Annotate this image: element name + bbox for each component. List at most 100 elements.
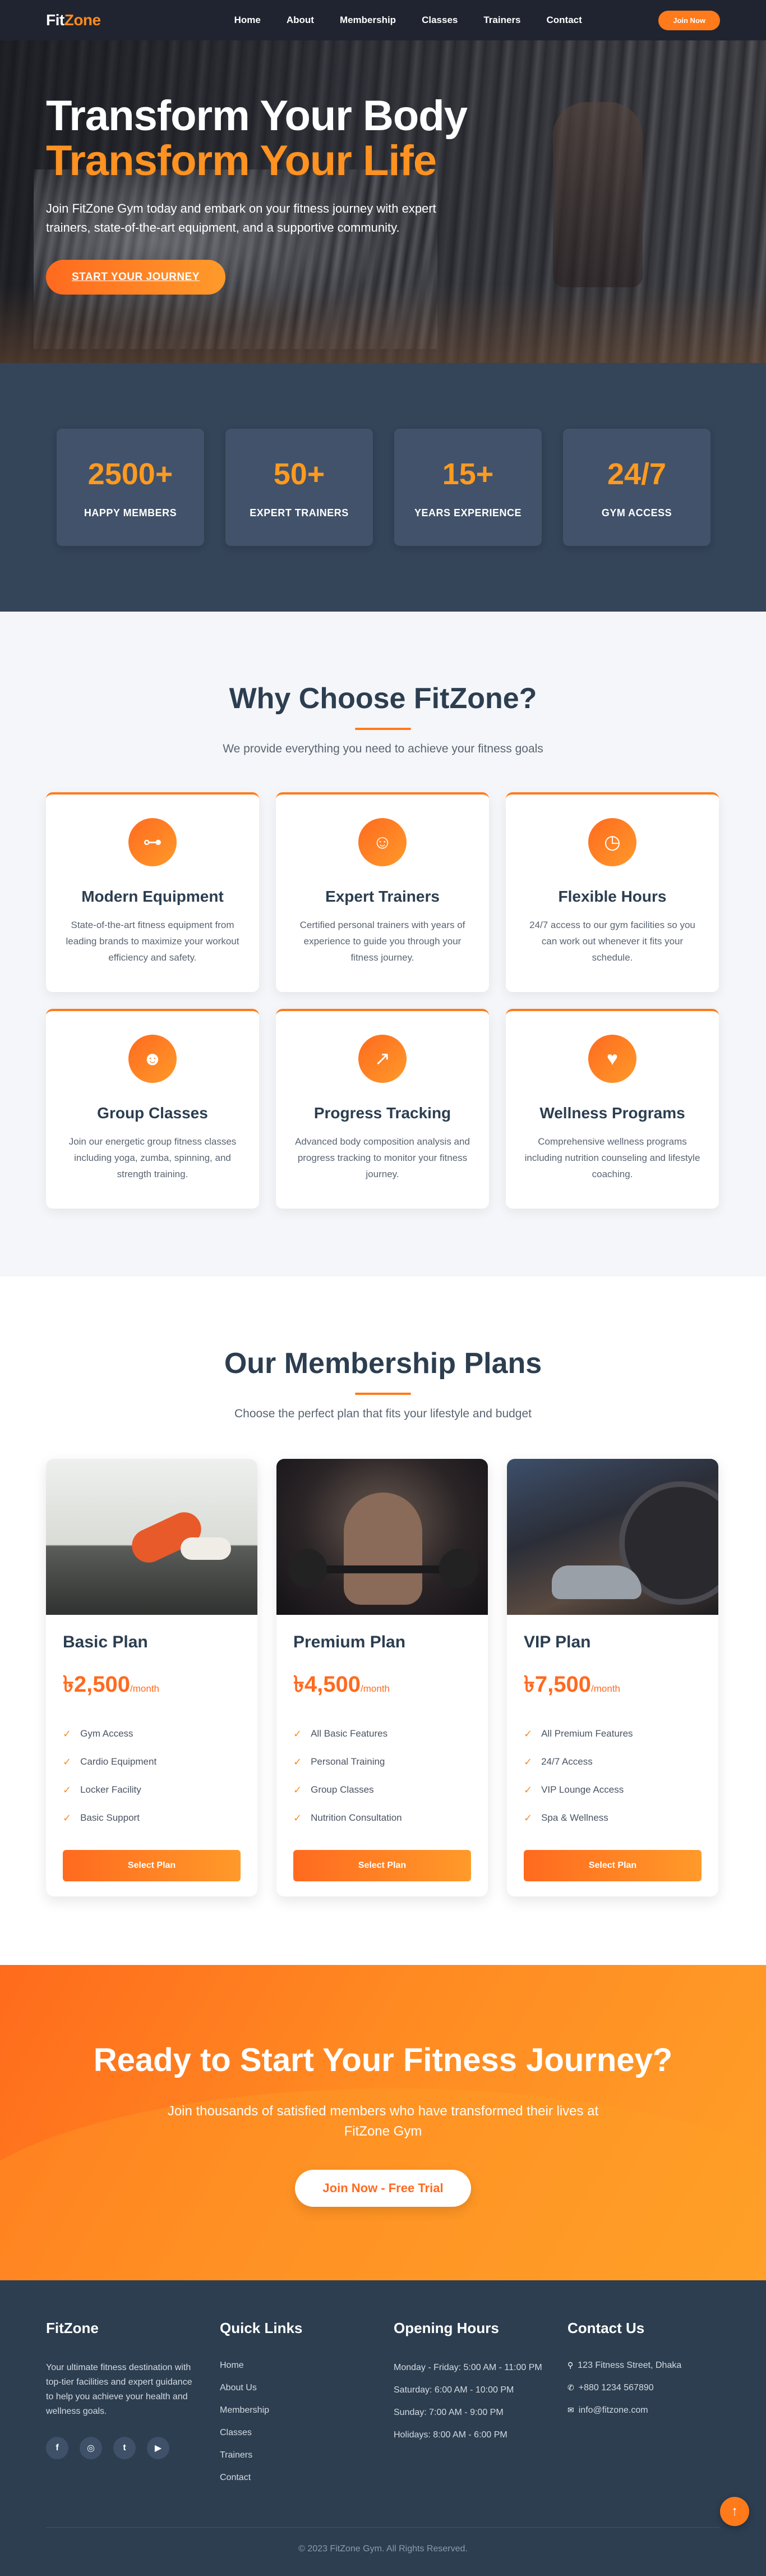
footer-link-contact[interactable]: Contact (220, 2473, 394, 2495)
plan-name: Basic Plan (63, 1633, 148, 1651)
mail-icon: ✉ (567, 2405, 574, 2414)
footer-link-trainers[interactable]: Trainers (220, 2450, 394, 2473)
plan-image (507, 1459, 718, 1615)
plan-price: ৳4,500 /month (293, 1666, 471, 1704)
check-icon: ✓ (63, 1756, 72, 1767)
feature-title: Progress Tracking (313, 1104, 451, 1122)
hours-item: Saturday: 6:00 AM - 10:00 PM (394, 2385, 514, 2395)
hero-title-line2: Transform Your Life (46, 137, 437, 185)
hours-item: Sunday: 7:00 AM - 9:00 PM (394, 2408, 504, 2417)
feature-card-trainers: ☺ Expert Trainers Certified personal tra… (276, 792, 489, 992)
phone-icon: ✆ (567, 2383, 574, 2392)
stat-card-members: 2500+ HAPPY MEMBERS (57, 429, 204, 546)
footer-about-text: Your ultimate fitness destination with t… (46, 2363, 192, 2416)
plan-card-premium: Premium Plan ৳4,500 /month ✓ All Basic Fe… (276, 1459, 488, 1897)
stat-number: 2500+ (87, 457, 173, 491)
footer-opening-hours: Opening Hours Monday - Friday: 5:00 AM -… (394, 2320, 567, 2495)
footer: FitZone Your ultimate fitness destinatio… (0, 2280, 766, 2576)
title-underline (355, 728, 411, 730)
free-trial-button[interactable]: Join Now - Free Trial (295, 2170, 471, 2207)
plan-image (276, 1459, 488, 1615)
check-icon: ✓ (293, 1812, 302, 1824)
nav-link-contact[interactable]: Contact (547, 15, 582, 26)
cta-text: Join thousands of satisfied members who … (167, 2104, 599, 2139)
feature-card-classes: ☻ Group Classes Join our energetic group… (46, 1009, 259, 1209)
facebook-icon[interactable]: f (46, 2437, 68, 2459)
feature-title: Flexible Hours (558, 888, 667, 905)
membership-section: Our Membership Plans Choose the perfect … (0, 1276, 766, 1965)
list-item: ✓ Cardio Equipment (63, 1756, 157, 1767)
nav-link-classes[interactable]: Classes (422, 15, 458, 26)
check-icon: ✓ (293, 1756, 302, 1767)
contact-phone[interactable]: ✆ +880 1234 567890 (567, 2383, 741, 2405)
list-item: ✓ 24/7 Access (524, 1756, 593, 1767)
footer-link-classes[interactable]: Classes (220, 2428, 394, 2450)
plan-feature-list: ✓ All Basic Features ✓ Personal Training ✓… (293, 1720, 471, 1832)
section-title: Our Membership Plans (224, 1347, 542, 1380)
feature-title: Expert Trainers (325, 888, 440, 905)
price-period: /month (130, 1683, 160, 1694)
footer-heading: Contact Us (567, 2320, 645, 2336)
list-item: ✓ Gym Access (63, 1728, 133, 1739)
nav-link-membership[interactable]: Membership (340, 15, 396, 26)
feature-card-hours: ◷ Flexible Hours 24/7 access to our gym … (506, 792, 719, 992)
list-item: ✓ Group Classes (293, 1784, 374, 1796)
back-to-top-button[interactable]: ↑ (720, 2497, 749, 2526)
feature-description: Comprehensive wellness programs includin… (524, 1136, 700, 1179)
why-choose-section: Why Choose FitZone? We provide everythin… (0, 612, 766, 1276)
list-item: ✓ All Basic Features (293, 1728, 388, 1739)
top-navbar: FitZone Home About Membership Classes Tr… (0, 0, 766, 40)
check-icon: ✓ (524, 1756, 533, 1767)
check-icon: ✓ (524, 1784, 533, 1796)
select-plan-button[interactable]: Select Plan (63, 1850, 241, 1881)
arrow-up-icon: ↑ (731, 2504, 738, 2519)
footer-link-membership[interactable]: Membership (220, 2405, 394, 2428)
check-icon: ✓ (293, 1728, 302, 1739)
list-item: ✓ All Premium Features (524, 1728, 633, 1739)
start-journey-button[interactable]: START YOUR JOURNEY (46, 260, 225, 295)
list-item: ✓ Nutrition Consultation (293, 1812, 402, 1824)
footer-link-about[interactable]: About Us (220, 2383, 394, 2405)
feature-title: Modern Equipment (81, 888, 224, 905)
check-icon: ✓ (63, 1784, 72, 1796)
plan-feature-list: ✓ Gym Access ✓ Cardio Equipment ✓ Locker Fa… (63, 1720, 241, 1832)
nav-link-trainers[interactable]: Trainers (483, 15, 520, 26)
select-plan-button[interactable]: Select Plan (524, 1850, 702, 1881)
feature-card-equipment: ⊶ Modern Equipment State-of-the-art fitn… (46, 792, 259, 992)
feature-title: Group Classes (97, 1104, 208, 1122)
dumbbell-icon: ⊶ (128, 818, 177, 866)
youtube-icon[interactable]: ▶ (147, 2437, 169, 2459)
hero-background-person (553, 102, 643, 287)
feature-card-wellness: ♥ Wellness Programs Comprehensive wellne… (506, 1009, 719, 1209)
list-item: ✓ Basic Support (63, 1812, 140, 1824)
cta-section: Ready to Start Your Fitness Journey? Joi… (0, 1965, 766, 2280)
stat-number: 24/7 (607, 457, 667, 491)
check-icon: ✓ (293, 1784, 302, 1796)
trainer-icon: ☺ (358, 818, 407, 866)
stat-label: GYM ACCESS (601, 507, 672, 518)
footer-link-home[interactable]: Home (220, 2361, 394, 2383)
section-subtitle: We provide everything you need to achiev… (223, 742, 543, 755)
site-logo[interactable]: FitZone (46, 11, 101, 29)
check-icon: ✓ (524, 1812, 533, 1824)
nav-link-home[interactable]: Home (234, 15, 261, 26)
feature-card-progress: ↗ Progress Tracking Advanced body compos… (276, 1009, 489, 1209)
nav-link-about[interactable]: About (287, 15, 314, 26)
plan-name: VIP Plan (524, 1633, 591, 1651)
hours-item: Monday - Friday: 5:00 AM - 11:00 PM (394, 2363, 542, 2372)
group-icon: ☻ (128, 1035, 177, 1083)
feature-title: Wellness Programs (539, 1104, 685, 1122)
contact-email[interactable]: ✉ info@fitzone.com (567, 2405, 741, 2428)
join-now-button[interactable]: Join Now (658, 10, 720, 30)
twitter-icon[interactable]: t (113, 2437, 136, 2459)
price-period: /month (361, 1683, 390, 1694)
clock-icon: ◷ (588, 818, 636, 866)
select-plan-button[interactable]: Select Plan (293, 1850, 471, 1881)
footer-heading: Quick Links (220, 2320, 303, 2336)
section-title: Why Choose FitZone? (229, 682, 537, 715)
hero-text: Join FitZone Gym today and embark on you… (46, 201, 436, 235)
footer-heading: Opening Hours (394, 2320, 499, 2336)
stat-label: YEARS EXPERIENCE (414, 507, 522, 518)
location-icon: ⚲ (567, 2361, 574, 2370)
instagram-icon[interactable]: ◎ (80, 2437, 102, 2459)
